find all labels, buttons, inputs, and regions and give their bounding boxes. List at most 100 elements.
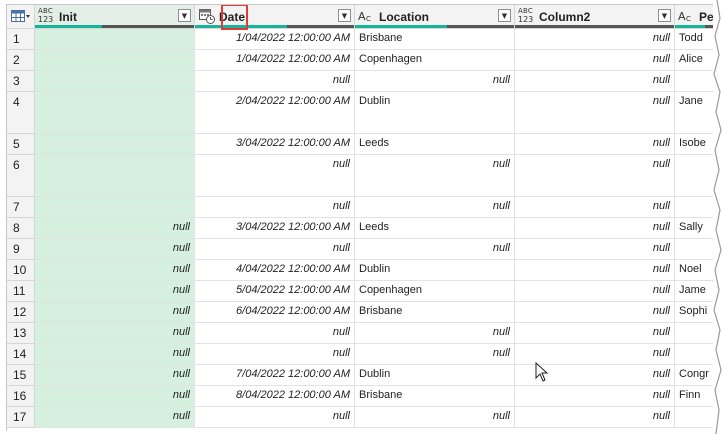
cell-date[interactable]: 3/04/2022 12:00:00 AM xyxy=(195,134,355,155)
row-number[interactable]: 7 xyxy=(7,197,35,218)
row-number[interactable]: 8 xyxy=(7,218,35,239)
cell-column2[interactable]: null xyxy=(515,197,675,218)
cell-date[interactable]: null xyxy=(195,71,355,92)
row-number[interactable]: 6 xyxy=(7,155,35,197)
cell-date[interactable]: 1/04/2022 12:00:00 AM xyxy=(195,50,355,71)
column-header-date[interactable]: Date ▼ xyxy=(195,5,355,29)
cell-location[interactable]: Dublin xyxy=(355,365,515,386)
row-number[interactable]: 13 xyxy=(7,323,35,344)
table-row: 13 null null null null xyxy=(7,323,713,344)
row-number[interactable]: 12 xyxy=(7,302,35,323)
cell-column2[interactable]: null xyxy=(515,407,675,428)
cell-location[interactable]: Dublin xyxy=(355,92,515,134)
cell-column2[interactable]: null xyxy=(515,218,675,239)
any-type-icon[interactable]: ABC 123 xyxy=(518,7,536,25)
row-number[interactable]: 17 xyxy=(7,407,35,428)
row-number[interactable]: 3 xyxy=(7,71,35,92)
cell-init[interactable]: null xyxy=(35,281,195,302)
cell-location[interactable]: Brisbane xyxy=(355,386,515,407)
cell-date[interactable]: null xyxy=(195,155,355,197)
cell-column2[interactable]: null xyxy=(515,92,675,134)
cell-column2[interactable]: null xyxy=(515,386,675,407)
cell-init[interactable] xyxy=(35,29,195,50)
row-number[interactable]: 1 xyxy=(7,29,35,50)
cell-location[interactable]: Brisbane xyxy=(355,29,515,50)
cell-column2[interactable]: null xyxy=(515,260,675,281)
cell-init[interactable]: null xyxy=(35,260,195,281)
cell-init[interactable]: null xyxy=(35,407,195,428)
cell-init[interactable] xyxy=(35,197,195,218)
filter-dropdown-icon[interactable]: ▼ xyxy=(658,9,671,22)
cell-date[interactable]: 6/04/2022 12:00:00 AM xyxy=(195,302,355,323)
cell-init[interactable]: null xyxy=(35,323,195,344)
cell-column2[interactable]: null xyxy=(515,50,675,71)
text-type-icon[interactable]: A C xyxy=(358,7,376,25)
cell-location[interactable]: null xyxy=(355,407,515,428)
text-type-icon[interactable]: A C xyxy=(678,7,696,25)
cell-location[interactable]: Copenhagen xyxy=(355,281,515,302)
cell-column2[interactable]: null xyxy=(515,29,675,50)
cell-column2[interactable]: null xyxy=(515,281,675,302)
cell-init[interactable]: null xyxy=(35,239,195,260)
cell-location[interactable]: null xyxy=(355,323,515,344)
any-type-icon[interactable]: ABC 123 xyxy=(38,7,56,25)
calendar-clock-icon[interactable] xyxy=(198,7,216,25)
row-number[interactable]: 4 xyxy=(7,92,35,134)
cell-init[interactable]: null xyxy=(35,302,195,323)
cell-column2[interactable]: null xyxy=(515,239,675,260)
table-row: 15 null 7/04/2022 12:00:00 AM Dublin null Con… xyxy=(7,365,713,386)
cell-date[interactable]: 5/04/2022 12:00:00 AM xyxy=(195,281,355,302)
cell-init[interactable]: null xyxy=(35,218,195,239)
cell-init[interactable] xyxy=(35,155,195,197)
filter-dropdown-icon[interactable]: ▼ xyxy=(338,9,351,22)
cell-date[interactable]: null xyxy=(195,407,355,428)
cell-column2[interactable]: null xyxy=(515,155,675,197)
cell-column2[interactable]: null xyxy=(515,323,675,344)
cell-init[interactable]: null xyxy=(35,344,195,365)
cell-location[interactable]: null xyxy=(355,155,515,197)
cell-date[interactable]: 1/04/2022 12:00:00 AM xyxy=(195,29,355,50)
row-number[interactable]: 9 xyxy=(7,239,35,260)
cell-init[interactable]: null xyxy=(35,386,195,407)
cell-location[interactable]: Leeds xyxy=(355,218,515,239)
cell-location[interactable]: null xyxy=(355,344,515,365)
cell-init[interactable] xyxy=(35,50,195,71)
cell-init[interactable] xyxy=(35,92,195,134)
row-number[interactable]: 14 xyxy=(7,344,35,365)
cell-location[interactable]: null xyxy=(355,197,515,218)
filter-dropdown-icon[interactable]: ▼ xyxy=(498,9,511,22)
cell-init[interactable] xyxy=(35,134,195,155)
filter-dropdown-icon[interactable]: ▼ xyxy=(178,9,191,22)
cell-date[interactable]: 2/04/2022 12:00:00 AM xyxy=(195,92,355,134)
row-number[interactable]: 11 xyxy=(7,281,35,302)
table-menu-button[interactable] xyxy=(7,5,35,29)
column-header-location[interactable]: A C Location ▼ xyxy=(355,5,515,29)
row-number[interactable]: 10 xyxy=(7,260,35,281)
column-header-column2[interactable]: ABC 123 Column2 ▼ xyxy=(515,5,675,29)
cell-column2[interactable]: null xyxy=(515,71,675,92)
cell-date[interactable]: null xyxy=(195,344,355,365)
cell-date[interactable]: 7/04/2022 12:00:00 AM xyxy=(195,365,355,386)
cell-init[interactable]: null xyxy=(35,365,195,386)
cell-location[interactable]: null xyxy=(355,239,515,260)
row-number[interactable]: 16 xyxy=(7,386,35,407)
cell-location[interactable]: Leeds xyxy=(355,134,515,155)
row-number[interactable]: 15 xyxy=(7,365,35,386)
cell-column2[interactable]: null xyxy=(515,302,675,323)
cell-location[interactable]: Dublin xyxy=(355,260,515,281)
row-number[interactable]: 2 xyxy=(7,50,35,71)
cell-location[interactable]: Brisbane xyxy=(355,302,515,323)
row-number[interactable]: 5 xyxy=(7,134,35,155)
cell-location[interactable]: null xyxy=(355,71,515,92)
cell-location[interactable]: Copenhagen xyxy=(355,50,515,71)
column-header-init[interactable]: ABC 123 Init ▼ xyxy=(35,5,195,29)
cell-init[interactable] xyxy=(35,71,195,92)
cell-date[interactable]: null xyxy=(195,197,355,218)
cell-date[interactable]: 3/04/2022 12:00:00 AM xyxy=(195,218,355,239)
cell-column2[interactable]: null xyxy=(515,134,675,155)
cell-date[interactable]: null xyxy=(195,239,355,260)
cell-date[interactable]: null xyxy=(195,323,355,344)
table-row: 5 3/04/2022 12:00:00 AM Leeds null Isobe xyxy=(7,134,713,155)
cell-date[interactable]: 4/04/2022 12:00:00 AM xyxy=(195,260,355,281)
cell-date[interactable]: 8/04/2022 12:00:00 AM xyxy=(195,386,355,407)
